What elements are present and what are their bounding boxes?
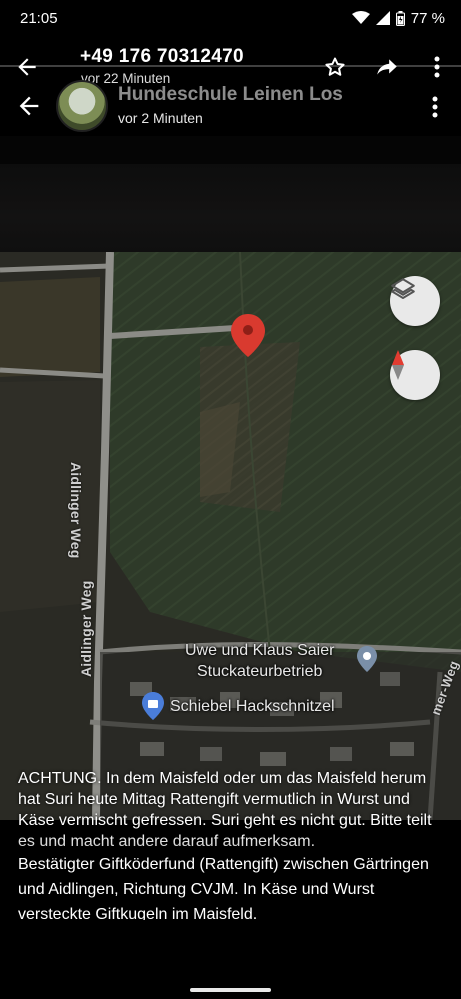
dark-band: [0, 164, 461, 252]
battery-icon: [395, 10, 405, 26]
dark-band: [0, 136, 461, 164]
poi-pin-icon: [356, 646, 378, 672]
back-arrow-icon[interactable]: [12, 90, 46, 122]
wifi-icon: [351, 11, 370, 25]
compass-icon: [392, 350, 404, 380]
compass-button[interactable]: [390, 350, 440, 400]
status-time: 21:05: [20, 9, 58, 27]
shop-pin-icon: [141, 692, 164, 720]
avatar[interactable]: [56, 80, 108, 132]
map-layers-button[interactable]: [390, 276, 440, 326]
layers-icon: [391, 278, 415, 299]
progress-divider: [0, 65, 461, 67]
status-bar: 21:05 77 %: [0, 0, 461, 36]
road-label: Aidlinger Weg: [78, 580, 94, 677]
signal-icon: [375, 11, 390, 25]
story-timestamp: vor 2 Minuten: [118, 110, 203, 126]
map-screenshot: Aidlinger Weg Aidlinger Weg mer-Weg Uwe …: [0, 252, 461, 820]
road-label: Aidlinger Weg: [68, 462, 84, 559]
status-caption-text: Bestätigter Giftköderfund (Rattengift) z…: [18, 856, 429, 923]
story-author-name: Hundeschule Leinen Los: [118, 84, 343, 105]
poi-label-hackschnitzel: Schiebel Hackschnitzel: [170, 698, 335, 715]
poi-label-stuckateur: Uwe und Klaus Saier Stuckateurbetrieb: [185, 642, 335, 680]
status-icons: 77 %: [351, 9, 445, 27]
gesture-handle[interactable]: [190, 988, 271, 992]
more-options-icon[interactable]: [420, 92, 450, 122]
status-story-header: Hundeschule Leinen Los vor 2 Minuten: [0, 76, 461, 136]
battery-level: 77 %: [410, 9, 445, 27]
